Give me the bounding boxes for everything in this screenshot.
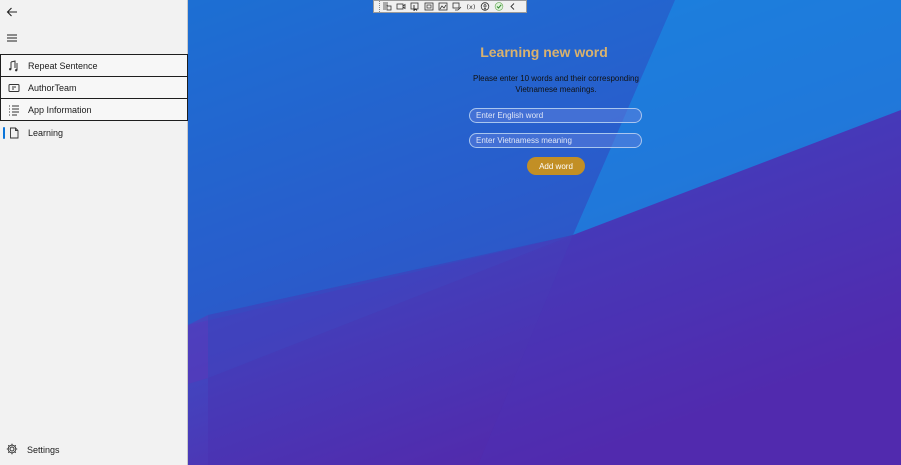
checkmark-icon <box>494 2 504 11</box>
background-image <box>188 0 901 465</box>
nav-item-settings[interactable]: Settings <box>0 438 188 461</box>
vietnamese-meaning-input[interactable] <box>469 133 642 148</box>
navigation-pane: Repeat Sentence AuthorTeam App Informati… <box>0 0 188 465</box>
english-word-input[interactable] <box>469 108 642 123</box>
nav-item-author-team[interactable]: AuthorTeam <box>0 76 188 99</box>
back-button[interactable] <box>0 0 24 24</box>
debug-toolbar: (x) <box>373 0 527 13</box>
settings-label: Settings <box>27 444 60 455</box>
track-focus-button[interactable] <box>436 1 450 12</box>
collapse-icon <box>510 3 515 10</box>
learning-page: Learning new word Please enter 10 words … <box>188 0 901 465</box>
back-arrow-icon <box>6 7 17 17</box>
nav-item-learning[interactable]: Learning <box>0 121 188 144</box>
display-layout-adorners-button[interactable] <box>422 1 436 12</box>
nav-item-label: Repeat Sentence <box>28 60 98 71</box>
add-word-button[interactable]: Add word <box>527 157 585 175</box>
list-icon <box>9 105 19 116</box>
hot-reload-button[interactable]: (x) <box>464 1 478 12</box>
collapse-toolbar-button[interactable] <box>506 1 520 12</box>
live-visual-tree-button[interactable] <box>380 1 394 12</box>
nav-menu: Repeat Sentence AuthorTeam App Informati… <box>0 54 188 144</box>
nav-item-label: Learning <box>28 127 64 138</box>
track-focus-icon <box>438 2 448 11</box>
hamburger-icon <box>7 34 17 42</box>
gear-icon <box>6 443 18 455</box>
accessibility-button[interactable] <box>478 1 492 12</box>
checkmark-button[interactable] <box>492 1 506 12</box>
instruction-text: Please enter 10 words and their correspo… <box>473 74 639 94</box>
nav-item-label: App Information <box>28 104 92 115</box>
binding-failures-button[interactable] <box>450 1 464 12</box>
nav-item-repeat-sentence[interactable]: Repeat Sentence <box>0 54 188 77</box>
app-window: Repeat Sentence AuthorTeam App Informati… <box>0 0 901 465</box>
svg-text:(x): (x) <box>467 3 476 11</box>
music-note-icon <box>9 60 18 72</box>
record-button[interactable] <box>394 1 408 12</box>
binding-failures-icon <box>452 2 462 11</box>
page-title: Learning new word <box>480 44 608 60</box>
menu-toggle-button[interactable] <box>0 26 24 50</box>
select-element-button[interactable] <box>408 1 422 12</box>
nav-item-app-information[interactable]: App Information <box>0 98 188 121</box>
accessibility-icon <box>480 2 490 11</box>
display-layout-adorners-icon <box>424 2 434 11</box>
page-icon <box>10 127 19 139</box>
people-icon <box>8 84 20 92</box>
record-icon <box>396 3 406 10</box>
select-element-icon <box>410 2 419 11</box>
hot-reload-icon: (x) <box>467 3 476 11</box>
nav-item-label: AuthorTeam <box>28 82 77 93</box>
live-visual-tree-icon <box>383 2 392 11</box>
